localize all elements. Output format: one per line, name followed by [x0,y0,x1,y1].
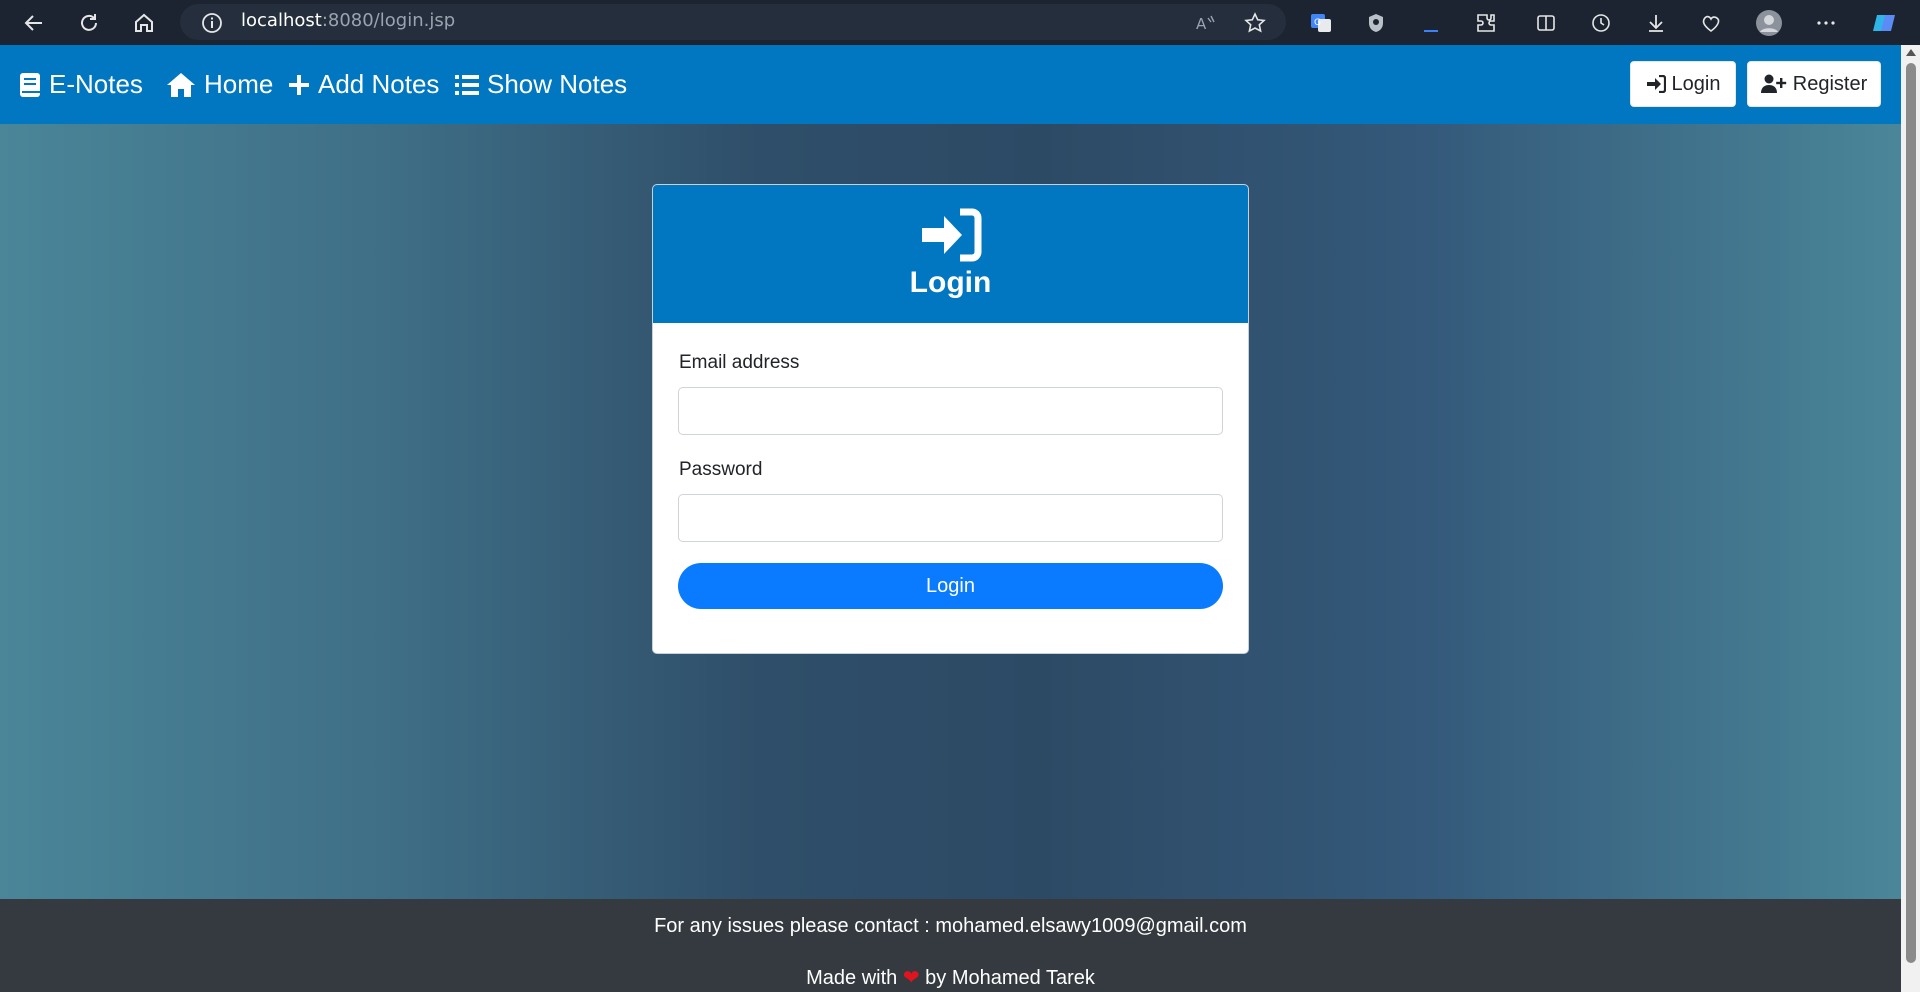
login-card-header: Login [653,185,1248,323]
back-arrow-icon[interactable] [19,8,49,38]
nav-show-notes[interactable]: Show Notes [455,45,627,124]
password-field[interactable] [678,494,1223,542]
brand-label: E-Notes [49,69,143,99]
info-icon[interactable] [197,8,227,38]
email-label: Email address [679,352,800,373]
shield-icon[interactable] [1361,8,1391,38]
book-icon [20,72,40,97]
read-aloud-icon[interactable]: A [1190,8,1220,38]
footer-credit: Made with ❤ by Mohamed Tarek [0,965,1901,990]
browser-toolbar: localhost:8080/login.jsp A G [0,0,1920,45]
more-menu-icon[interactable] [1811,8,1841,38]
email-field[interactable] [678,387,1223,435]
sign-in-icon [921,208,981,262]
favorite-star-icon[interactable] [1240,8,1270,38]
url-host: localhost [241,10,322,31]
login-button-label: Login [1671,72,1721,95]
refresh-icon[interactable] [74,8,104,38]
translate-icon[interactable]: G [1306,8,1336,38]
login-card: Login Email address Password Login [652,184,1249,654]
heart-icon: ❤ [902,967,920,989]
app-navbar: E-Notes Home Add Notes Show Notes Login … [0,45,1901,124]
login-submit-button[interactable]: Login [678,563,1223,609]
user-plus-icon [1760,74,1786,93]
nav-add-notes[interactable]: Add Notes [288,45,439,124]
history-icon[interactable] [1586,8,1616,38]
footer-author: by Mohamed Tarek [925,967,1095,989]
scroll-up-arrow[interactable] [1906,49,1916,56]
page-scrollbar[interactable] [1901,45,1920,992]
nav-home[interactable]: Home [166,45,273,124]
nav-show-notes-label: Show Notes [487,69,628,99]
brand-link[interactable]: E-Notes [19,45,143,124]
home-icon[interactable] [129,8,159,38]
sign-in-icon [1646,75,1666,93]
copilot-icon[interactable] [1870,8,1900,38]
active-extension-icon[interactable] [1416,8,1446,38]
password-label: Password [679,459,763,480]
extensions-icon[interactable] [1471,8,1501,38]
list-icon [455,74,479,95]
footer-made-with: Made with [806,967,898,989]
login-card-title: Login [909,266,992,299]
scroll-thumb[interactable] [1906,63,1916,963]
browser-essentials-icon[interactable] [1696,8,1726,38]
login-button[interactable]: Login [1630,61,1736,107]
split-screen-icon[interactable] [1531,8,1561,38]
footer-contact: For any issues please contact : mohamed.… [654,915,1247,937]
home-icon [167,72,195,97]
profile-avatar-icon[interactable] [1754,8,1784,38]
footer: For any issues please contact : mohamed.… [0,899,1901,992]
register-button-label: Register [1792,72,1868,95]
nav-add-notes-label: Add Notes [318,69,440,99]
url-text[interactable]: localhost:8080/login.jsp [241,10,455,31]
svg-text:A: A [1196,15,1207,33]
register-button[interactable]: Register [1747,61,1881,107]
plus-icon [289,74,309,95]
svg-text:G: G [1314,18,1321,28]
nav-home-label: Home [204,69,274,99]
download-icon[interactable] [1641,8,1671,38]
url-path: :8080/login.jsp [321,10,456,31]
